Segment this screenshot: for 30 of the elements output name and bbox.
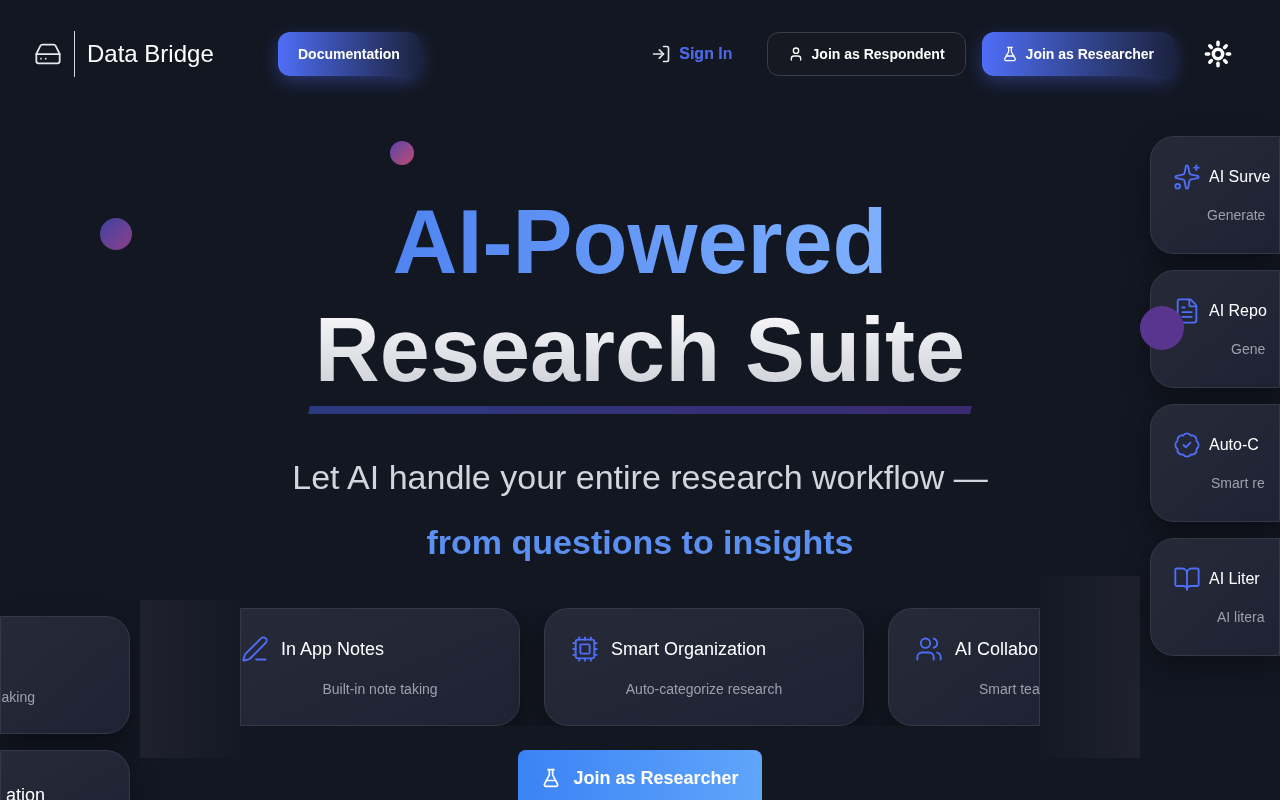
book-icon [1173, 565, 1201, 593]
chip-icon [571, 635, 599, 663]
card-description: Auto-categorize research [624, 680, 784, 699]
card-description: Smart re [1210, 474, 1266, 493]
card-title: AI Repo [1209, 301, 1267, 321]
card-description: Smart tea [978, 680, 1039, 699]
card-title: In App Notes [281, 638, 385, 661]
brand-name: Data Bridge [87, 39, 214, 69]
card-title: AI Liter [1209, 569, 1260, 589]
sign-in-icon [651, 44, 672, 64]
nav-button[interactable]: Join as Researcher [981, 32, 1174, 76]
nav-button[interactable]: Documentation [278, 32, 420, 76]
sparkles-icon [1173, 163, 1201, 191]
card-description: Built-in note taking [321, 680, 439, 699]
theme-toggle-button[interactable] [1204, 40, 1232, 68]
nav-button[interactable]: Join as Respondent [766, 32, 966, 76]
hero-highlight: from questions to insights [426, 522, 854, 563]
flask-icon [1001, 46, 1018, 62]
card-title: AI Collabo [955, 638, 1039, 661]
card-description: Gene [1230, 340, 1267, 359]
card-title: Auto-C [1209, 435, 1259, 455]
card-description: aking [1, 688, 35, 707]
hero-subtitle: Let AI handle your entire research workflow — [292, 457, 988, 498]
card-title: AI Surve [1209, 167, 1271, 187]
people-icon [915, 635, 943, 663]
card-description: AI litera [1216, 608, 1266, 627]
badge-check-icon [1173, 431, 1201, 459]
card-title: Smart Organization [611, 638, 767, 661]
pencil-icon [241, 635, 269, 663]
card-description: Generate [1206, 206, 1267, 225]
